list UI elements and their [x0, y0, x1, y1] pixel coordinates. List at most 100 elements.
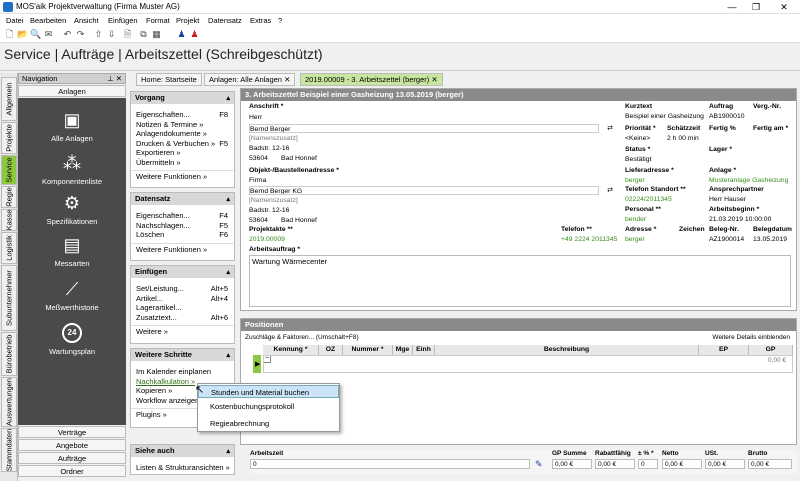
vtab-service[interactable]: Service [1, 155, 17, 185]
schaetzzeit-field[interactable]: 2 h 00 min [667, 134, 705, 143]
task-artikel[interactable]: Artikel... Alt+4 [131, 294, 234, 304]
undo-icon[interactable]: ↶ [62, 29, 73, 40]
details-link[interactable]: Weitere Details einblenden [712, 334, 790, 341]
more-functions-link[interactable]: Weitere Funktionen » [131, 170, 234, 182]
user-blue-icon[interactable]: ♟ [176, 29, 187, 40]
minimize-button[interactable]: — [722, 1, 742, 13]
task-nachschlagen[interactable]: Nachschlagen... F5 [131, 221, 234, 231]
kurztext-field[interactable]: Beispiel einer Gasheizung [625, 112, 705, 121]
strasse-field[interactable]: Badstr. 12-16 [249, 144, 619, 153]
menu-help[interactable]: ? [278, 16, 282, 25]
close-tab-icon[interactable]: ✕ [284, 75, 290, 84]
document-icon[interactable]: 🗎 [122, 29, 133, 40]
address-book-icon[interactable]: ⇄ [603, 186, 617, 195]
ort-field[interactable]: Bad Honnef [281, 154, 619, 163]
o-zusatz-field[interactable]: [Namenszusatz] [249, 196, 619, 205]
nav-messarten[interactable]: ▤ Messarten [18, 235, 126, 268]
menu-datensatz[interactable]: Datensatz [208, 16, 242, 25]
task-drucken[interactable]: Drucken & Verbuchen » F5 [131, 139, 234, 149]
telefon-field[interactable]: +49 2224 2011345 [561, 235, 621, 244]
prozent-field[interactable]: 0 [638, 459, 658, 469]
vtab-regie[interactable]: Regie [1, 186, 17, 208]
menu-datei[interactable]: Datei [6, 16, 24, 25]
vtab-logistik[interactable]: Logistik [1, 232, 17, 264]
belegnr-field[interactable]: AZ1900014 [709, 235, 749, 244]
col-mge[interactable]: Mge [393, 345, 413, 355]
nav-vertraege[interactable]: Verträge [18, 426, 126, 438]
nav-wartungsplan[interactable]: 24 Wartungsplan [18, 323, 126, 356]
open-icon[interactable]: 📂 [17, 29, 28, 40]
o-anrede-field[interactable]: Firma [249, 176, 619, 185]
menu-regieabrechnung[interactable]: Regieabrechnung [198, 417, 339, 430]
status-field[interactable]: Bestätigt [625, 155, 705, 164]
menu-format[interactable]: Format [146, 16, 170, 25]
personal-field[interactable]: bender [625, 215, 705, 224]
plz-field[interactable]: 53604 [249, 154, 277, 163]
col-oz[interactable]: OZ [319, 345, 343, 355]
mail-icon[interactable]: ✉ [43, 29, 54, 40]
menu-kostenbuchungsprotokoll[interactable]: Kostenbuchungsprotokoll [198, 400, 339, 413]
o-plz-field[interactable]: 53604 [249, 216, 277, 225]
nav-angebote[interactable]: Angebote [18, 439, 126, 451]
section-title[interactable]: Weitere Schritte [131, 349, 234, 361]
arrow-up-icon[interactable]: ⇧ [93, 29, 104, 40]
nav-alle-anlagen[interactable]: ▣ Alle Anlagen [18, 110, 126, 143]
tab-home[interactable]: Home: Startseite [136, 73, 202, 86]
close-button[interactable]: ✕ [774, 1, 794, 13]
section-title[interactable]: Siehe auch [131, 445, 234, 457]
vtab-allgemein[interactable]: Allgemein [1, 77, 17, 121]
nav-komponentenliste[interactable]: ⁂ Komponentenliste [18, 153, 126, 186]
arrow-down-icon[interactable]: ⇩ [106, 29, 117, 40]
task-eigenschaften[interactable]: Eigenschaften... F8 [131, 110, 234, 120]
task-notizen[interactable]: Notizen & Termine » [131, 120, 234, 130]
nav-ordner[interactable]: Ordner [18, 465, 126, 477]
new-icon[interactable]: 🗋 [4, 29, 15, 40]
task-exportieren[interactable]: Exportieren » [131, 148, 234, 158]
close-tab-icon[interactable]: ✕ [431, 75, 437, 84]
col-gp[interactable]: GP [749, 345, 793, 355]
arbeitsauftrag-textarea[interactable]: Wartung Wärmecenter [249, 255, 791, 307]
nav-spezifikationen[interactable]: ⚙ Spezifikationen [18, 193, 126, 226]
nav-auftraege[interactable]: Aufträge [18, 452, 126, 464]
table-row[interactable] [263, 355, 793, 373]
copy-icon[interactable]: ⧉ [138, 29, 149, 40]
nav-anlagen[interactable]: Anlagen [18, 85, 126, 97]
col-ep[interactable]: EP [699, 345, 749, 355]
o-strasse-field[interactable]: Badstr. 12-16 [249, 206, 619, 215]
task-listen[interactable]: Listen & Strukturansichten » [131, 463, 234, 473]
ansprech-field[interactable]: Herr Hauser [709, 195, 793, 204]
redo-icon[interactable]: ↷ [75, 29, 86, 40]
more-functions-link[interactable]: Weitere Funktionen » [131, 242, 234, 255]
task-set-leistung[interactable]: Set/Leistung... Alt+5 [131, 284, 234, 294]
menu-extras[interactable]: Extras [250, 16, 271, 25]
address-book-icon[interactable]: ⇄ [603, 124, 617, 133]
vtab-subunternehmer[interactable]: Subunternehmer [1, 265, 17, 331]
name-field[interactable]: Bernd Berger [249, 124, 599, 133]
tab-anlagen[interactable]: Anlagen: Alle Anlagen ✕ [204, 73, 296, 86]
vtab-kasse[interactable]: Kasse [1, 209, 17, 231]
search-icon[interactable]: 🔍 [30, 29, 41, 40]
col-kennung[interactable]: Kennung * [263, 345, 319, 355]
col-nummer[interactable]: Nummer * [343, 345, 393, 355]
menu-bearbeiten[interactable]: Bearbeiten [30, 16, 66, 25]
vtab-projekte[interactable]: Projekte [1, 122, 17, 154]
anrede-field[interactable]: Herr [249, 113, 619, 122]
vtab-auswertungen[interactable]: Auswertungen [1, 377, 17, 427]
zusatz-field[interactable]: [Namenszusatz] [249, 134, 619, 143]
tab-arbeitszettel[interactable]: 2019.00009 - 3. Arbeitszettel (berger) ✕ [300, 73, 443, 86]
vergnr-field[interactable] [753, 112, 791, 121]
zuschlaege-link[interactable]: Zuschläge & Faktoren... (Umschalt+F8) [245, 334, 359, 341]
nav-messwerthistorie[interactable]: ⟋ Meßwerthistorie [18, 279, 126, 312]
prioritaet-field[interactable]: <Keine> [625, 134, 663, 143]
maximize-button[interactable]: ❐ [746, 1, 766, 13]
section-title[interactable]: Vorgang [131, 92, 234, 104]
calculate-icon[interactable]: ✎ [535, 459, 543, 470]
task-anlagendokumente[interactable]: Anlagendokumente » [131, 129, 234, 139]
belegdatum-field[interactable]: 13.05.2019 [753, 235, 793, 244]
telstandort-field[interactable]: 02224/2011345 [625, 195, 705, 204]
o-ort-field[interactable]: Bad Honnef [281, 216, 619, 225]
user-red-icon[interactable]: ♟ [189, 29, 200, 40]
col-beschreibung[interactable]: Beschreibung [435, 345, 699, 355]
o-name-field[interactable]: Bernd Berger KG [249, 186, 599, 195]
calendar-icon[interactable]: ▦ [151, 29, 162, 40]
